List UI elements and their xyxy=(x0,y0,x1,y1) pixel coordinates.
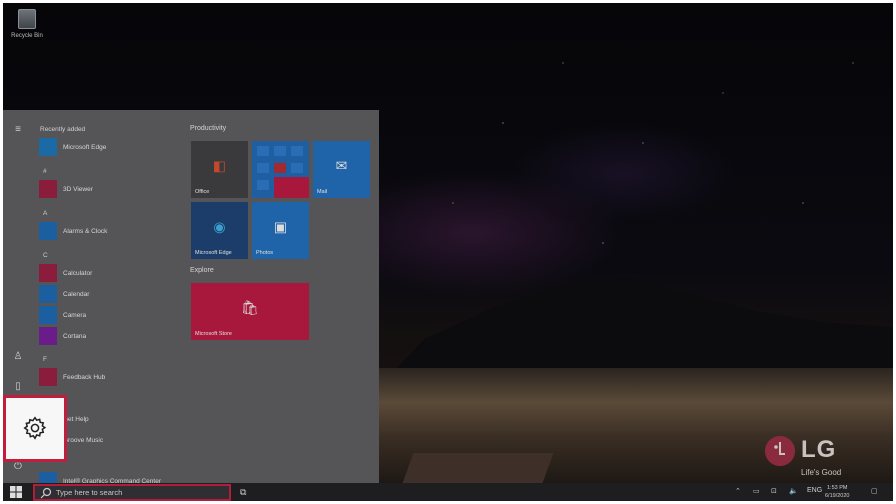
app-item-feedback-hub[interactable]: Feedback Hub xyxy=(39,368,105,386)
user-account-icon[interactable]: ♙ xyxy=(11,350,25,364)
letter-header-f[interactable]: F xyxy=(43,356,47,363)
group-title-explore[interactable]: Explore xyxy=(190,267,214,274)
battery-icon[interactable]: ▭ xyxy=(753,487,760,495)
calendar-icon xyxy=(39,285,57,303)
windows-start-icon[interactable] xyxy=(10,486,22,498)
app-item-calculator[interactable]: Calculator xyxy=(39,264,92,282)
edge-icon: ◉ xyxy=(213,218,226,235)
tray-chevron-up-icon[interactable]: ⌃ xyxy=(735,487,741,495)
power-icon[interactable]: ⏻ xyxy=(11,460,25,474)
recently-added-header: Recently added xyxy=(40,126,86,133)
photos-icon: ▣ xyxy=(273,218,288,235)
taskbar: Type here to search ⧉ ⌃ ▭ ⊡ 🔈 ENG 1:53 P… xyxy=(3,483,893,501)
camera-icon xyxy=(39,306,57,324)
word-icon xyxy=(274,146,286,156)
tile-office-apps-folder[interactable] xyxy=(252,141,309,198)
3d-viewer-icon xyxy=(39,180,57,198)
skype-icon xyxy=(257,180,269,190)
search-placeholder: Type here to search xyxy=(56,488,123,497)
lg-wordmark: LG xyxy=(801,436,837,463)
folder-accent xyxy=(274,177,309,198)
app-item-calendar[interactable]: Calendar xyxy=(39,285,89,303)
search-icon xyxy=(40,487,52,498)
mail-icon: ✉ xyxy=(335,157,348,174)
powerpoint-icon xyxy=(274,163,286,173)
clock-time: 1:53 PM xyxy=(826,485,848,491)
tile-office[interactable]: ◧ Office xyxy=(191,141,248,198)
calculator-icon xyxy=(39,264,57,282)
cortana-icon xyxy=(39,327,57,345)
store-icon: 🛍 xyxy=(241,299,259,316)
app-item-alarms-clock[interactable]: Alarms & Clock xyxy=(39,222,107,240)
letter-header-c[interactable]: C xyxy=(43,252,48,259)
settings-button[interactable] xyxy=(3,395,67,462)
clock-date: 6/19/2020 xyxy=(825,493,850,499)
office-icon: ◧ xyxy=(212,157,227,174)
app-item-3d-viewer[interactable]: 3D Viewer xyxy=(39,180,93,198)
task-view-icon[interactable]: ⧉ xyxy=(240,487,252,497)
recycle-bin-icon xyxy=(18,9,36,29)
documents-icon[interactable]: ▯ xyxy=(11,380,25,394)
hamburger-menu-icon[interactable]: ≡ xyxy=(11,123,25,137)
volume-icon[interactable]: 🔈 xyxy=(789,487,798,495)
lg-face-icon xyxy=(765,436,795,466)
search-box[interactable]: Type here to search xyxy=(33,484,231,501)
recycle-bin[interactable]: Recycle Bin xyxy=(9,9,45,39)
outlook-icon xyxy=(257,146,269,156)
wooden-dock xyxy=(402,453,554,483)
action-center-icon[interactable]: ▢ xyxy=(871,487,878,495)
lg-tagline: Life's Good xyxy=(801,468,842,477)
alarm-clock-icon xyxy=(39,222,57,240)
edge-icon xyxy=(39,138,57,156)
app-item-microsoft-edge[interactable]: Microsoft Edge xyxy=(39,138,106,156)
desktop-screen: Recycle Bin LG Life's Good ≡ ♙ ▯ ⏻ Recen… xyxy=(3,3,893,501)
tile-photos[interactable]: ▣ Photos xyxy=(252,202,309,259)
letter-header-hash[interactable]: # xyxy=(43,168,47,175)
language-indicator[interactable]: ENG xyxy=(807,487,822,494)
excel-icon xyxy=(291,146,303,156)
app-item-camera[interactable]: Camera xyxy=(39,306,86,324)
recycle-bin-label: Recycle Bin xyxy=(11,33,43,39)
tile-microsoft-store[interactable]: 🛍 Microsoft Store xyxy=(191,283,309,340)
group-title-productivity[interactable]: Productivity xyxy=(190,125,226,132)
tile-mail[interactable]: ✉ Mail xyxy=(313,141,370,198)
network-icon[interactable]: ⊡ xyxy=(771,487,777,495)
onenote-icon xyxy=(291,163,303,173)
gear-icon xyxy=(23,416,47,440)
onedrive-icon xyxy=(257,163,269,173)
letter-header-a[interactable]: A xyxy=(43,210,47,217)
clock[interactable]: 1:53 PM 6/19/2020 xyxy=(825,484,849,500)
tile-microsoft-edge[interactable]: ◉ Microsoft Edge xyxy=(191,202,248,259)
app-item-cortana[interactable]: Cortana xyxy=(39,327,86,345)
feedback-hub-icon xyxy=(39,368,57,386)
